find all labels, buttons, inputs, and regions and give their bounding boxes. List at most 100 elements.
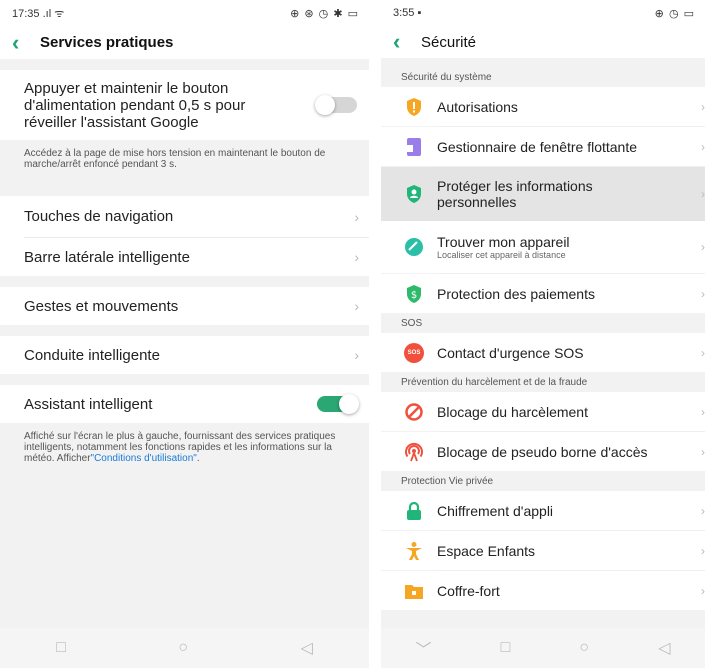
chevron-right-icon: › [701,404,705,419]
list-item-harassment[interactable]: Blocage du harcèlement › [381,392,705,431]
status-time-group: 3:55 ▪ [393,7,421,19]
recents-square-icon[interactable]: □ [56,639,66,657]
sos-badge: SOS [404,342,424,363]
chevron-right-icon: › [701,139,705,154]
page-title: Sécurité [421,33,477,51]
list-item-subtitle: Localiser cet appareil à distance [437,249,566,260]
power-button-label: Appuyer et maintenir le bouton d'aliment… [24,79,246,131]
list-item-pseudo-station[interactable]: Blocage de pseudo borne d'accès › [381,432,705,471]
list-item-label: Protéger les informations personnelles [437,178,593,210]
services-pratiques-screen: 17:35 .ıl ᯤ ⊕ ⊛ ◷ ✱ ▭ ‹ Services pratiqu… [0,0,369,668]
list-item-label: Protection des paiements [437,285,595,302]
gallery-icon: ▪ [417,7,422,19]
page-title: Services pratiques [40,34,174,51]
list-item-barre-laterale[interactable]: Barre latérale intelligente › [0,238,369,276]
list-item-gestes[interactable]: Gestes et mouvements › [0,287,369,325]
navigation-card: Touches de navigation › Barre latérale i… [0,196,369,276]
find-device-text: Trouver mon appareil Localiser cet appar… [437,234,570,261]
google-assistant-toggle[interactable] [315,95,357,115]
lock-icon [403,500,425,522]
list-item-label: Contact d'urgence SOS [437,344,584,361]
chevron-right-icon: › [701,345,705,360]
section-header-sos: SOS [401,317,423,329]
back-triangle-icon[interactable]: ◁ [658,638,670,658]
chevron-down-icon[interactable]: ﹀ [416,636,432,660]
chevron-right-icon: › [701,187,705,201]
list-item-conduite[interactable]: Conduite intelligente › [0,336,369,374]
folder-lock-icon [403,580,425,602]
section-header-fraud: Prévention du harcèlement et de la fraud… [401,376,588,388]
navigation-bar: ﹀ □ ○ ◁ [381,628,705,668]
chevron-right-icon: › [701,286,705,301]
list-item-safe[interactable]: Coffre-fort › [381,571,705,610]
power-note: Accédez à la page de mise hors tension e… [24,148,326,170]
chevron-right-icon: › [701,99,705,114]
home-circle-icon[interactable]: ○ [579,639,589,657]
list-item-touches-navigation[interactable]: Touches de navigation › [0,196,369,237]
list-item-label: Barre latérale intelligente [24,248,190,266]
back-arrow-icon[interactable]: ‹ [393,31,415,53]
chevron-right-icon: › [701,444,705,459]
chevron-right-icon: › [701,503,705,518]
shield-warning-icon [403,96,425,118]
home-circle-icon[interactable]: ○ [178,639,188,657]
title-bar: ‹ Sécurité [381,26,705,58]
child-icon [403,540,425,562]
list-item-label: Gestes et mouvements [24,297,179,315]
list-item-kids[interactable]: Espace Enfants › [381,531,705,570]
back-triangle-icon[interactable]: ◁ [300,638,312,658]
svg-text:$: $ [411,290,417,301]
driving-card: Conduite intelligente › [0,336,369,374]
chevron-right-icon: › [354,298,359,314]
section-header-system: Sécurité du système [401,71,492,83]
list-item-label: Blocage du harcèlement [437,403,588,420]
status-time: 17:35 [12,7,40,20]
assistant-label: Assistant intelligent [24,395,153,413]
find-device-icon [403,236,425,258]
shield-dollar-icon: $ [403,283,425,305]
assistant-toggle[interactable] [317,394,359,414]
chevron-right-icon: › [701,543,705,558]
securite-screen: 3:55 ▪ ⊕ ◷ ▭ ‹ Sécurité Sécurité du syst… [381,0,705,668]
list-item-sos[interactable]: SOS Contact d'urgence SOS › [381,333,705,372]
chevron-right-icon: › [354,347,359,363]
list-item-floating-window[interactable]: Gestionnaire de fenêtre flottante › [381,127,705,166]
chevron-right-icon: › [701,240,705,254]
chevron-right-icon: › [701,583,705,598]
back-arrow-icon[interactable]: ‹ [12,31,34,53]
list-item-label: Touches de navigation [24,208,174,225]
title-bar: ‹ Services pratiques [0,26,369,59]
conditions-link[interactable]: "Conditions d'utilisation" [91,453,197,464]
station-signal-icon [403,441,425,463]
signal-icon: .ıl ᯤ [42,7,65,20]
status-bar: 3:55 ▪ ⊕ ◷ ▭ [381,0,705,26]
list-item-label: Coffre-fort [437,582,500,599]
list-item-payments[interactable]: $ Protection des paiements › [381,274,705,313]
assistant-card: Assistant intelligent [0,385,369,423]
status-time-signal: 17:35 .ıl ᯤ [12,6,64,21]
chevron-right-icon: › [354,249,359,265]
recents-square-icon[interactable]: □ [501,639,511,657]
navigation-bar: □ ○ ◁ [0,628,369,668]
list-item-label: Trouver mon appareil [437,233,570,250]
sos-icon: SOS [403,342,425,364]
status-icons: ⊕ ⊛ ◷ ✱ ▭ [290,7,359,20]
list-item-app-encryption[interactable]: Chiffrement d'appli › [381,491,705,530]
status-icons: ⊕ ◷ ▭ [654,7,695,20]
list-item-label: Autorisations [437,98,518,115]
status-time: 3:55 [393,7,415,19]
power-note-area: Accédez à la page de mise hors tension e… [0,140,369,196]
gestures-card: Gestes et mouvements › [0,287,369,325]
block-icon [403,401,425,423]
list-item-label: Gestionnaire de fenêtre flottante [437,138,638,155]
list-item-protect-info[interactable]: Protéger les informations personnelles › [381,167,705,221]
list-item-label: Blocage de pseudo borne d'accès [437,443,648,460]
assistant-row[interactable]: Assistant intelligent [0,385,369,423]
list-item-find-device[interactable]: Trouver mon appareil Localiser cet appar… [381,221,705,273]
toggle-knob [339,394,359,414]
floating-window-icon [403,136,425,158]
list-item-autorisations[interactable]: Autorisations › [381,87,705,126]
list-item-label: Espace Enfants [437,542,536,559]
power-button-row[interactable]: Appuyer et maintenir le bouton d'aliment… [0,70,369,140]
assistant-note: Affiché sur l'écran le plus à gauche, fo… [0,423,369,464]
